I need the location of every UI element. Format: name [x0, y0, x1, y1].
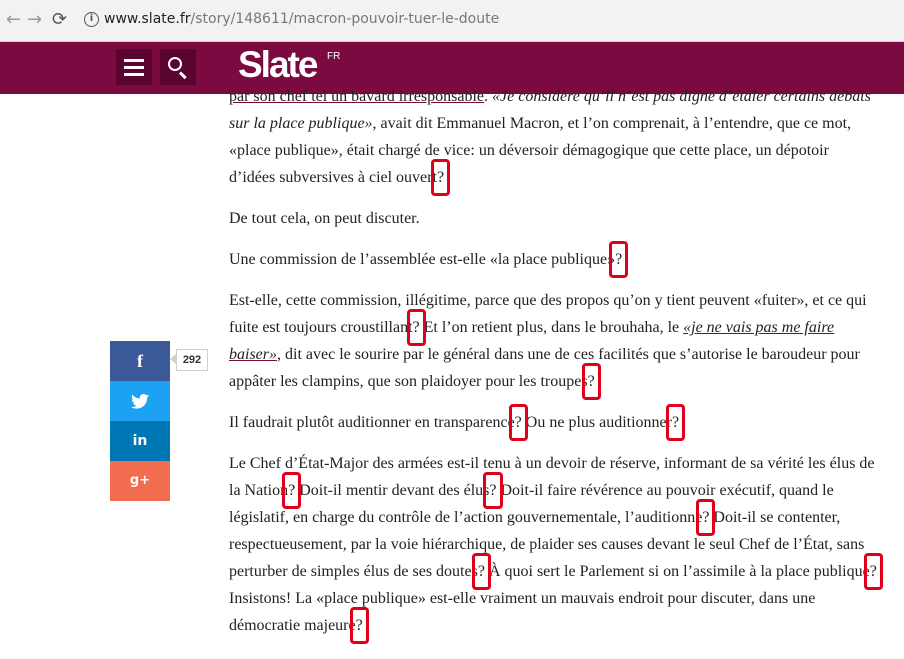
menu-icon — [124, 59, 144, 62]
highlighted-question-mark: ? — [609, 241, 629, 278]
highlighted-question-mark: ? — [349, 607, 369, 644]
url-path: /story/148611/macron-pouvoir-tuer-le-dou… — [190, 11, 500, 27]
paragraph-1: par son chef tel un bavard irresponsable… — [229, 83, 879, 196]
site-logo[interactable]: Slate — [238, 44, 318, 86]
forward-icon[interactable]: → — [27, 9, 42, 31]
highlighted-question-mark: ? — [665, 404, 686, 441]
highlighted-question-mark: ? — [282, 472, 302, 509]
linkedin-share-button[interactable]: in — [110, 421, 170, 461]
menu-button[interactable] — [116, 49, 152, 85]
search-button[interactable] — [160, 49, 196, 85]
back-icon[interactable]: ← — [6, 9, 21, 31]
highlighted-question-mark: ? — [863, 553, 884, 590]
highlighted-question-mark: ? — [430, 159, 451, 196]
googleplus-icon: g+ — [129, 473, 151, 488]
inline-link[interactable]: par son chef tel un bavard irresponsable — [229, 88, 484, 105]
paragraph-5: Il faudrait plutôt auditionner en transp… — [229, 404, 879, 441]
url-host: www.slate.fr — [104, 11, 191, 27]
twitter-icon — [131, 394, 149, 409]
googleplus-share-button[interactable]: g+ — [110, 461, 170, 501]
logo-suffix: FR — [327, 51, 341, 62]
highlighted-question-mark: ? — [483, 472, 503, 509]
facebook-icon: f — [137, 351, 143, 371]
highlighted-question-mark: ? — [406, 309, 426, 346]
paragraph-2: De tout cela, on peut discuter. — [229, 210, 420, 227]
browser-toolbar: ← → ⟳ i www.slate.fr/story/148611/macron… — [0, 0, 904, 42]
info-icon[interactable]: i — [84, 12, 99, 27]
highlighted-question-mark: ? — [581, 363, 601, 400]
highlighted-question-mark: ? — [696, 499, 716, 536]
highlighted-question-mark: ? — [508, 404, 528, 441]
address-field[interactable]: www.slate.fr/story/148611/macron-pouvoir… — [104, 11, 499, 27]
linkedin-icon: in — [132, 433, 148, 449]
facebook-share-button[interactable]: f — [110, 341, 170, 381]
reload-icon[interactable]: ⟳ — [52, 9, 67, 31]
share-count: 292 — [176, 349, 208, 371]
highlighted-question-mark: ? — [471, 553, 492, 590]
twitter-share-button[interactable] — [110, 381, 170, 421]
paragraph-4: Est-elle, cette commission, illégitime, … — [229, 287, 879, 400]
article-body: par son chef tel un bavard irresponsable… — [229, 83, 884, 653]
paragraph-3: Une commission de l’assemblée est-elle «… — [229, 241, 879, 278]
paragraph-6: Le Chef d’État-Major des armées est-il t… — [229, 450, 884, 644]
